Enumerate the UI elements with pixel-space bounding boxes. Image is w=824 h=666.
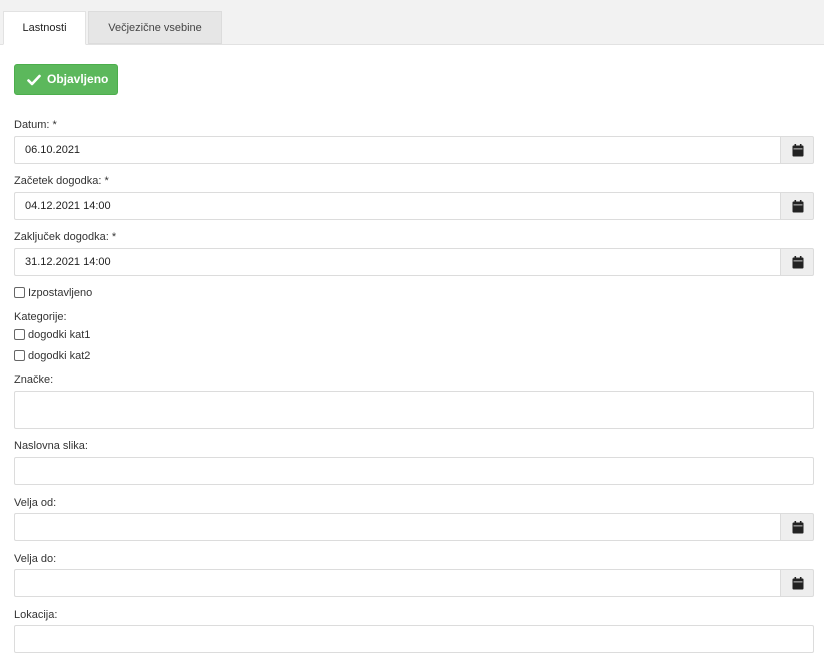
tab-vecjezicne-vsebine[interactable]: Večjezične vsebine: [88, 11, 222, 44]
lokacija-label: Lokacija:: [14, 609, 58, 621]
znacke-field[interactable]: [14, 391, 814, 429]
zakljucek-dogodka-label: Zaključek dogodka: *: [14, 231, 117, 243]
zakljucek-dogodka-field[interactable]: 31.12.2021 14:00: [14, 248, 781, 276]
tab-lastnosti[interactable]: Lastnosti: [3, 11, 86, 45]
check-icon: [27, 74, 41, 86]
calendar-icon: [792, 521, 804, 534]
kategorija-checkbox-kat2[interactable]: [14, 350, 25, 361]
izpostavljeno-label: Izpostavljeno: [28, 287, 93, 299]
zacetek-calendar-button[interactable]: [780, 192, 814, 220]
znacke-label: Značke:: [14, 374, 54, 386]
datum-field[interactable]: 06.10.2021: [14, 136, 781, 164]
kategorije-label: Kategorije:: [14, 311, 67, 323]
tab-bar: Lastnosti Večjezične vsebine: [0, 0, 824, 45]
zacetek-dogodka-label: Začetek dogodka: *: [14, 175, 109, 187]
naslovna-slika-field[interactable]: [14, 457, 814, 485]
velja-od-calendar-button[interactable]: [780, 513, 814, 541]
naslovna-slika-label: Naslovna slika:: [14, 440, 88, 452]
zakljucek-calendar-button[interactable]: [780, 248, 814, 276]
velja-od-field[interactable]: [14, 513, 781, 541]
kategorija-checkbox-kat1[interactable]: [14, 329, 25, 340]
calendar-icon: [792, 577, 804, 590]
velja-do-calendar-button[interactable]: [780, 569, 814, 597]
calendar-icon: [792, 256, 804, 269]
datum-label: Datum: *: [14, 119, 57, 131]
velja-do-label: Velja do:: [14, 553, 57, 565]
zacetek-dogodka-field[interactable]: 04.12.2021 14:00: [14, 192, 781, 220]
datum-calendar-button[interactable]: [780, 136, 814, 164]
kategorija-label-kat2: dogodki kat2: [28, 350, 91, 362]
kategorija-label-kat1: dogodki kat1: [28, 329, 91, 341]
velja-od-label: Velja od:: [14, 497, 57, 509]
izpostavljeno-checkbox[interactable]: [14, 287, 25, 298]
velja-do-field[interactable]: [14, 569, 781, 597]
calendar-icon: [792, 200, 804, 213]
published-status-label: Objavljeno: [47, 72, 109, 86]
lokacija-field[interactable]: [14, 625, 814, 653]
calendar-icon: [792, 144, 804, 157]
published-status-button[interactable]: Objavljeno: [14, 64, 118, 95]
